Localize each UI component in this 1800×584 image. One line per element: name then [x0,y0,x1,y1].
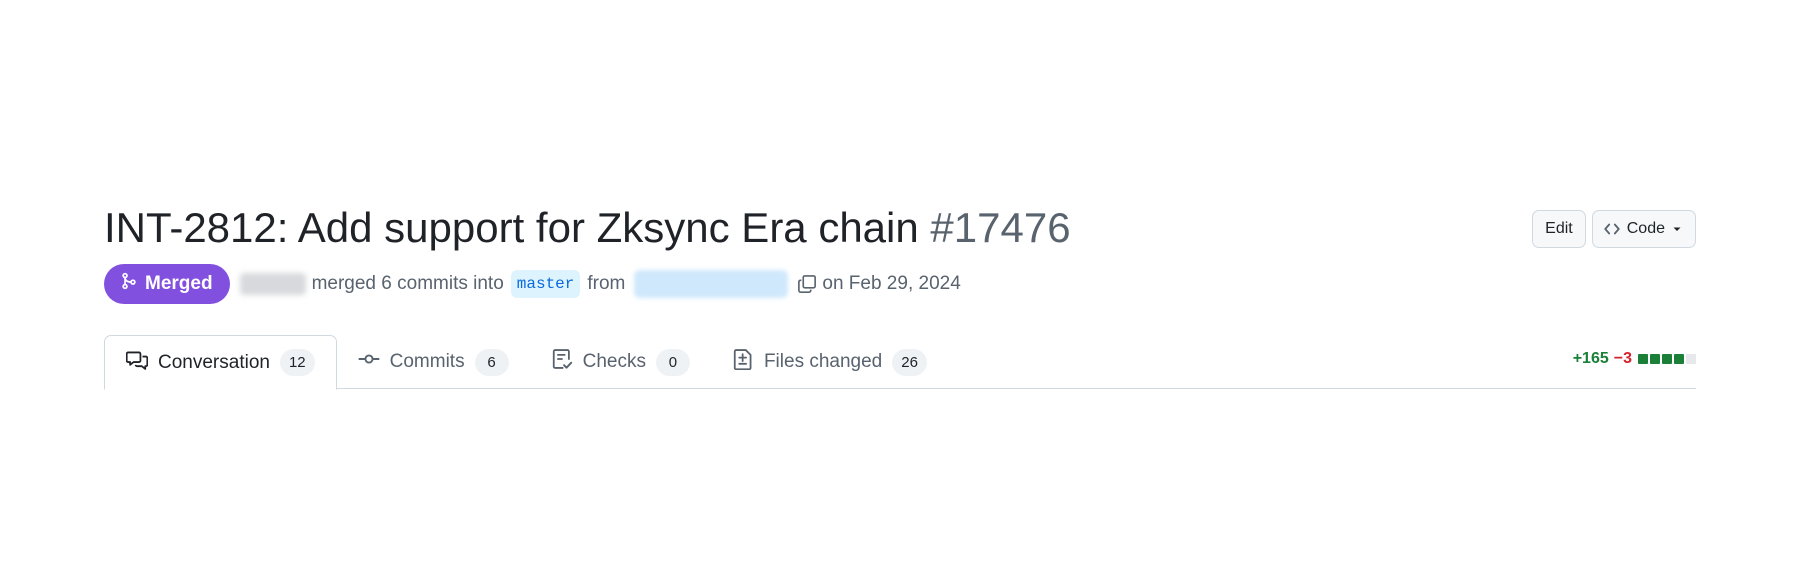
tab-counter: 6 [474,348,509,376]
copy-icon[interactable] [797,274,817,294]
diffstat-block [1686,354,1696,364]
git-merge-icon [120,272,138,296]
tab-label: Checks [582,351,646,372]
pr-title: INT-2812: Add support for Zksync Era cha… [104,204,919,251]
diffstat-block [1674,354,1684,364]
tab-label: Files changed [763,351,883,372]
merged-text: merged 6 commits into [311,273,504,294]
tab-commits[interactable]: Commits 6 [337,335,530,389]
page-title: INT-2812: Add support for Zksync Era cha… [104,200,1696,256]
triangle-down-icon [1671,223,1683,235]
diffstat: +165 −3 [1573,350,1696,368]
pr-number: #17476 [930,204,1071,251]
diffstat-block [1662,354,1672,364]
code-icon [1603,220,1621,238]
title-row: INT-2812: Add support for Zksync Era cha… [104,200,1696,256]
status-badge-label: Merged [145,273,213,294]
base-branch[interactable]: master [510,270,581,298]
checklist-icon [551,348,573,376]
tab-checks[interactable]: Checks 0 [530,335,711,389]
tab-counter: 0 [655,348,690,376]
author-link[interactable] [239,273,306,295]
code-button-label: Code [1626,220,1665,237]
git-commit-icon [358,348,380,376]
head-branch[interactable] [634,270,789,298]
tab-counter: 26 [892,348,927,376]
status-badge: Merged [104,264,230,304]
diffstat-additions: +165 [1572,350,1609,367]
comment-discussion-icon [125,349,149,377]
pr-header: INT-2812: Add support for Zksync Era cha… [104,200,1696,304]
tab-counter: 12 [279,349,315,376]
diffstat-block [1650,354,1660,364]
diffstat-deletions: −3 [1613,350,1632,367]
tab-nav: Conversation 12 Commits 6 Checks 0 Files… [104,335,1696,390]
diffstat-blocks [1638,354,1696,364]
tab-conversation[interactable]: Conversation 12 [104,335,337,390]
code-button[interactable]: Code [1591,210,1696,248]
from-text: from [587,273,626,294]
header-actions: Edit Code [1532,210,1696,248]
tab-files-changed[interactable]: Files changed 26 [711,335,948,389]
pr-meta: Merged merged 6 commits into master from… [104,264,1696,304]
tab-label: Conversation [158,351,270,373]
file-diff-icon [732,348,754,376]
edit-button[interactable]: Edit [1532,210,1586,248]
diffstat-block [1638,354,1648,364]
tab-label: Commits [389,351,465,372]
pr-tabs: Conversation 12 Commits 6 Checks 0 Files… [104,335,1696,390]
merge-date: on Feb 29, 2024 [822,273,961,294]
